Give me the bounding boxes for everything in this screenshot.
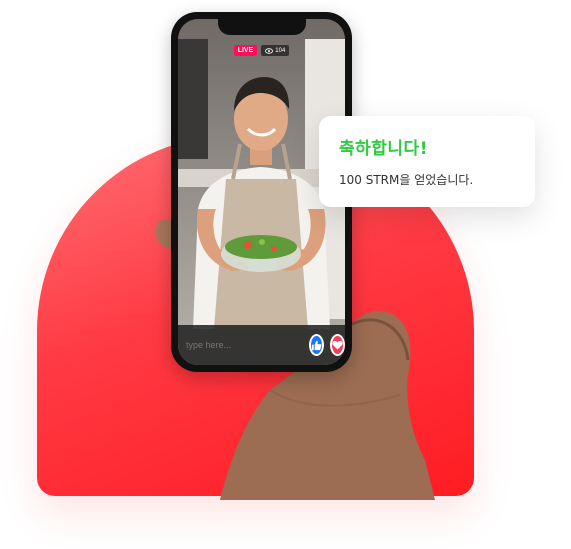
viewer-count: 104: [275, 47, 286, 54]
chat-bar: [178, 325, 345, 365]
notification-title: 축하합니다!: [339, 139, 428, 159]
live-badge: LIVE: [233, 45, 258, 56]
eye-icon: [265, 47, 274, 54]
phone-notch: [217, 19, 306, 35]
thumbs-up-icon: [311, 340, 322, 350]
reward-notification-card: 축하합니다! 100 STRM을 얻었습니다.: [319, 116, 535, 207]
chat-input[interactable]: [186, 340, 303, 350]
live-status-bar: LIVE 104: [178, 45, 345, 56]
viewer-count-badge: 104: [261, 45, 290, 56]
heart-button[interactable]: [330, 334, 345, 356]
notification-message: 100 STRM을 얻었습니다.: [339, 173, 474, 187]
like-button[interactable]: [309, 334, 324, 356]
heart-icon: [332, 340, 343, 350]
